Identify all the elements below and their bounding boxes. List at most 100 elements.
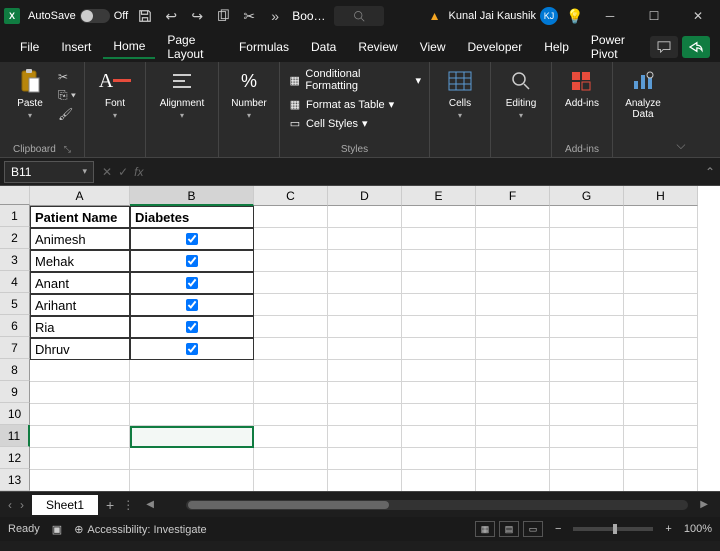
diabetes-cell[interactable]: [130, 294, 254, 316]
cell[interactable]: [402, 448, 476, 470]
cell[interactable]: [254, 250, 328, 272]
patient-name-cell[interactable]: Animesh: [30, 228, 130, 250]
cell[interactable]: [624, 316, 698, 338]
patient-name-cell[interactable]: Anant: [30, 272, 130, 294]
copy-button[interactable]: ⎘ ▾: [58, 88, 76, 103]
cell[interactable]: [476, 338, 550, 360]
cell[interactable]: [130, 360, 254, 382]
collapse-ribbon-icon[interactable]: ⌵: [676, 138, 685, 153]
cell[interactable]: [402, 382, 476, 404]
cell[interactable]: [624, 206, 698, 228]
cut-icon[interactable]: ✂: [240, 7, 258, 25]
cell[interactable]: [476, 448, 550, 470]
sheet-tab-sheet1[interactable]: Sheet1: [32, 495, 98, 515]
tab-insert[interactable]: Insert: [51, 36, 101, 58]
tab-home[interactable]: Home: [103, 35, 155, 59]
cell[interactable]: [550, 470, 624, 491]
column-header[interactable]: F: [476, 186, 550, 206]
row-header[interactable]: 9: [0, 381, 30, 403]
cell[interactable]: [328, 382, 402, 404]
scroll-left-icon[interactable]: ◀: [142, 499, 158, 510]
sheet-nav-prev[interactable]: ‹: [8, 498, 12, 512]
cell[interactable]: [550, 272, 624, 294]
patient-name-cell[interactable]: Mehak: [30, 250, 130, 272]
chevron-down-icon[interactable]: ▾: [82, 166, 87, 177]
row-header[interactable]: 3: [0, 249, 30, 271]
cell[interactable]: [624, 228, 698, 250]
cell[interactable]: [550, 206, 624, 228]
zoom-level[interactable]: 100%: [684, 523, 712, 535]
patient-name-cell[interactable]: Ria: [30, 316, 130, 338]
toggle-switch[interactable]: [80, 9, 110, 23]
search-box[interactable]: [334, 6, 384, 26]
zoom-out-button[interactable]: −: [555, 523, 561, 535]
dialog-launcher-icon[interactable]: ⤡: [64, 144, 71, 155]
cell[interactable]: [476, 470, 550, 491]
row-header[interactable]: 12: [0, 447, 30, 469]
user-account[interactable]: Kunal Jai Kaushik KJ: [449, 7, 558, 25]
cell[interactable]: [254, 382, 328, 404]
tab-data[interactable]: Data: [301, 36, 346, 58]
normal-view-button[interactable]: ▦: [475, 521, 495, 537]
cancel-formula-icon[interactable]: ✕: [102, 165, 112, 179]
enter-formula-icon[interactable]: ✓: [118, 165, 128, 179]
cell[interactable]: [254, 360, 328, 382]
cell[interactable]: [550, 360, 624, 382]
scroll-right-icon[interactable]: ▶: [696, 499, 712, 510]
font-button[interactable]: A Font ▾: [93, 66, 137, 120]
minimize-button[interactable]: ─: [592, 0, 628, 32]
diabetes-checkbox[interactable]: [186, 321, 198, 333]
cell[interactable]: [328, 360, 402, 382]
select-all-corner[interactable]: [0, 186, 30, 205]
cell[interactable]: [624, 338, 698, 360]
cell[interactable]: [624, 294, 698, 316]
row-header[interactable]: 5: [0, 293, 30, 315]
row-header[interactable]: 2: [0, 227, 30, 249]
cell[interactable]: [402, 250, 476, 272]
add-sheet-button[interactable]: +: [106, 497, 114, 513]
diabetes-checkbox[interactable]: [186, 299, 198, 311]
cell[interactable]: [402, 470, 476, 491]
format-as-table-button[interactable]: ▦ Format as Table ▾: [288, 96, 394, 113]
sheet-options-icon[interactable]: ⋮: [122, 498, 134, 512]
cell[interactable]: [402, 294, 476, 316]
cell[interactable]: [130, 426, 254, 448]
cell[interactable]: [254, 338, 328, 360]
row-header[interactable]: 4: [0, 271, 30, 293]
cell[interactable]: [476, 426, 550, 448]
tab-formulas[interactable]: Formulas: [229, 36, 299, 58]
cell[interactable]: [476, 272, 550, 294]
cell[interactable]: [624, 360, 698, 382]
cell[interactable]: [624, 382, 698, 404]
cell[interactable]: [476, 294, 550, 316]
cell[interactable]: [254, 426, 328, 448]
undo-icon[interactable]: ↩: [162, 7, 180, 25]
cell[interactable]: [30, 382, 130, 404]
cell[interactable]: [328, 316, 402, 338]
cell[interactable]: [550, 426, 624, 448]
maximize-button[interactable]: ☐: [636, 0, 672, 32]
diabetes-cell[interactable]: [130, 250, 254, 272]
editing-button[interactable]: Editing ▾: [499, 66, 543, 120]
cell[interactable]: [402, 228, 476, 250]
cell[interactable]: [550, 228, 624, 250]
column-header[interactable]: B: [130, 186, 254, 206]
row-header[interactable]: 7: [0, 337, 30, 359]
tab-page-layout[interactable]: Page Layout: [157, 29, 227, 65]
cell[interactable]: [254, 272, 328, 294]
tab-file[interactable]: File: [10, 36, 49, 58]
diabetes-checkbox[interactable]: [186, 255, 198, 267]
cell[interactable]: [402, 206, 476, 228]
cell[interactable]: [476, 316, 550, 338]
column-header[interactable]: H: [624, 186, 698, 206]
row-header[interactable]: 11: [0, 425, 30, 447]
cells-button[interactable]: Cells ▾: [438, 66, 482, 120]
cell[interactable]: [30, 404, 130, 426]
cell[interactable]: [254, 206, 328, 228]
zoom-slider[interactable]: [573, 527, 653, 531]
header-cell[interactable]: Diabetes: [130, 206, 254, 228]
diabetes-cell[interactable]: [130, 272, 254, 294]
patient-name-cell[interactable]: Arihant: [30, 294, 130, 316]
patient-name-cell[interactable]: Dhruv: [30, 338, 130, 360]
cell[interactable]: [328, 206, 402, 228]
